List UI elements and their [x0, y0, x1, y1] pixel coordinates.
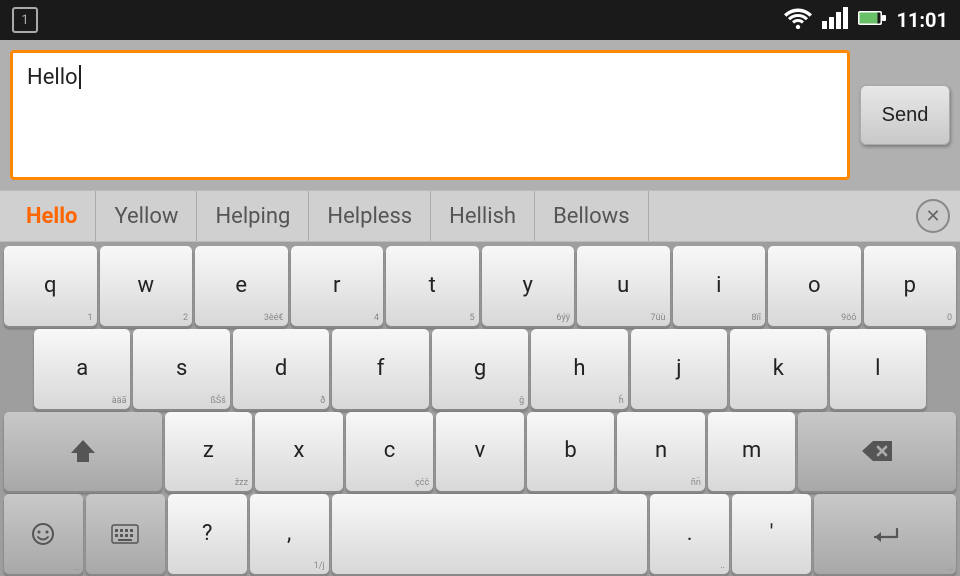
input-area: Hello Send [0, 40, 960, 190]
key-n[interactable]: nñn̈ [617, 412, 705, 492]
text-input-field[interactable]: Hello [10, 50, 850, 180]
keyboard-switch-key[interactable] [86, 494, 165, 574]
key-r[interactable]: r4 [291, 246, 384, 326]
send-button[interactable]: Send [860, 85, 950, 145]
key-row-3: zžzz x cçćĉ v b nñn̈ m [4, 412, 956, 492]
key-m[interactable]: m [708, 412, 796, 492]
shift-icon [69, 437, 97, 465]
key-t[interactable]: t5 [386, 246, 479, 326]
backspace-icon [861, 440, 893, 462]
key-z[interactable]: zžzz [165, 412, 253, 492]
key-g[interactable]: gĝ [432, 329, 528, 409]
key-period[interactable]: . .. [650, 494, 729, 574]
wifi-icon [784, 7, 812, 33]
key-w[interactable]: w2 [100, 246, 193, 326]
key-s[interactable]: sßŠš [133, 329, 229, 409]
key-h[interactable]: hĥ [531, 329, 627, 409]
key-row-4: ... ? , 1/j . .. ' [4, 494, 956, 574]
enter-key[interactable]: ... [814, 494, 956, 574]
suggestion-delete-button[interactable]: ✕ [914, 197, 952, 235]
status-right: 11:01 [784, 7, 948, 33]
notification-icon: 1 [12, 7, 38, 33]
suggestion-helping[interactable]: Helping [197, 191, 309, 241]
key-a[interactable]: aàäã [34, 329, 130, 409]
key-x[interactable]: x [255, 412, 343, 492]
battery-icon [858, 9, 886, 31]
key-row-2: aàäã sßŠš dð f gĝ hĥ j k l [4, 329, 956, 409]
delete-circle-icon: ✕ [916, 199, 950, 233]
enter-icon [869, 523, 901, 545]
key-p[interactable]: p0 [864, 246, 957, 326]
key-c[interactable]: cçćĉ [346, 412, 434, 492]
text-cursor [79, 65, 81, 89]
emoji-key[interactable]: ... [4, 494, 83, 574]
key-q[interactable]: q1 [4, 246, 97, 326]
status-bar: 1 [0, 0, 960, 40]
suggestion-hello[interactable]: Hello [8, 191, 96, 241]
suggestion-yellow[interactable]: Yellow [96, 191, 197, 241]
key-y[interactable]: y6ýÿ [482, 246, 575, 326]
suggestions-bar: Hello Yellow Helping Helpless Hellish Be… [0, 190, 960, 242]
key-o[interactable]: o9öô [768, 246, 861, 326]
keyboard: q1 w2 e3èé€ r4 t5 y6ýÿ u7üù i8ïî o9öô p0… [0, 242, 960, 576]
key-v[interactable]: v [436, 412, 524, 492]
key-row-1: q1 w2 e3èé€ r4 t5 y6ýÿ u7üù i8ïî o9öô p0 [4, 246, 956, 326]
key-comma[interactable]: , 1/j [250, 494, 329, 574]
suggestion-helpless[interactable]: Helpless [309, 191, 431, 241]
suggestion-hellish[interactable]: Hellish [431, 191, 535, 241]
emoji-icon [30, 521, 56, 547]
key-apostrophe[interactable]: ' [732, 494, 811, 574]
key-b[interactable]: b [527, 412, 615, 492]
key-d[interactable]: dð [233, 329, 329, 409]
status-time: 11:01 [896, 8, 948, 32]
key-i[interactable]: i8ïî [673, 246, 766, 326]
key-e[interactable]: e3èé€ [195, 246, 288, 326]
input-text: Hello [27, 65, 78, 90]
signal-icon [822, 7, 848, 33]
key-j[interactable]: j [631, 329, 727, 409]
shift-key[interactable] [4, 412, 162, 492]
suggestion-bellows[interactable]: Bellows [535, 191, 649, 241]
backspace-key[interactable] [798, 412, 956, 492]
key-k[interactable]: k [730, 329, 826, 409]
notification-number: 1 [21, 13, 28, 28]
key-question[interactable]: ? [168, 494, 247, 574]
space-key[interactable] [332, 494, 648, 574]
key-l[interactable]: l [830, 329, 926, 409]
keyboard-icon [111, 524, 139, 544]
key-u[interactable]: u7üù [577, 246, 670, 326]
status-left: 1 [12, 7, 38, 33]
key-f[interactable]: f [332, 329, 428, 409]
